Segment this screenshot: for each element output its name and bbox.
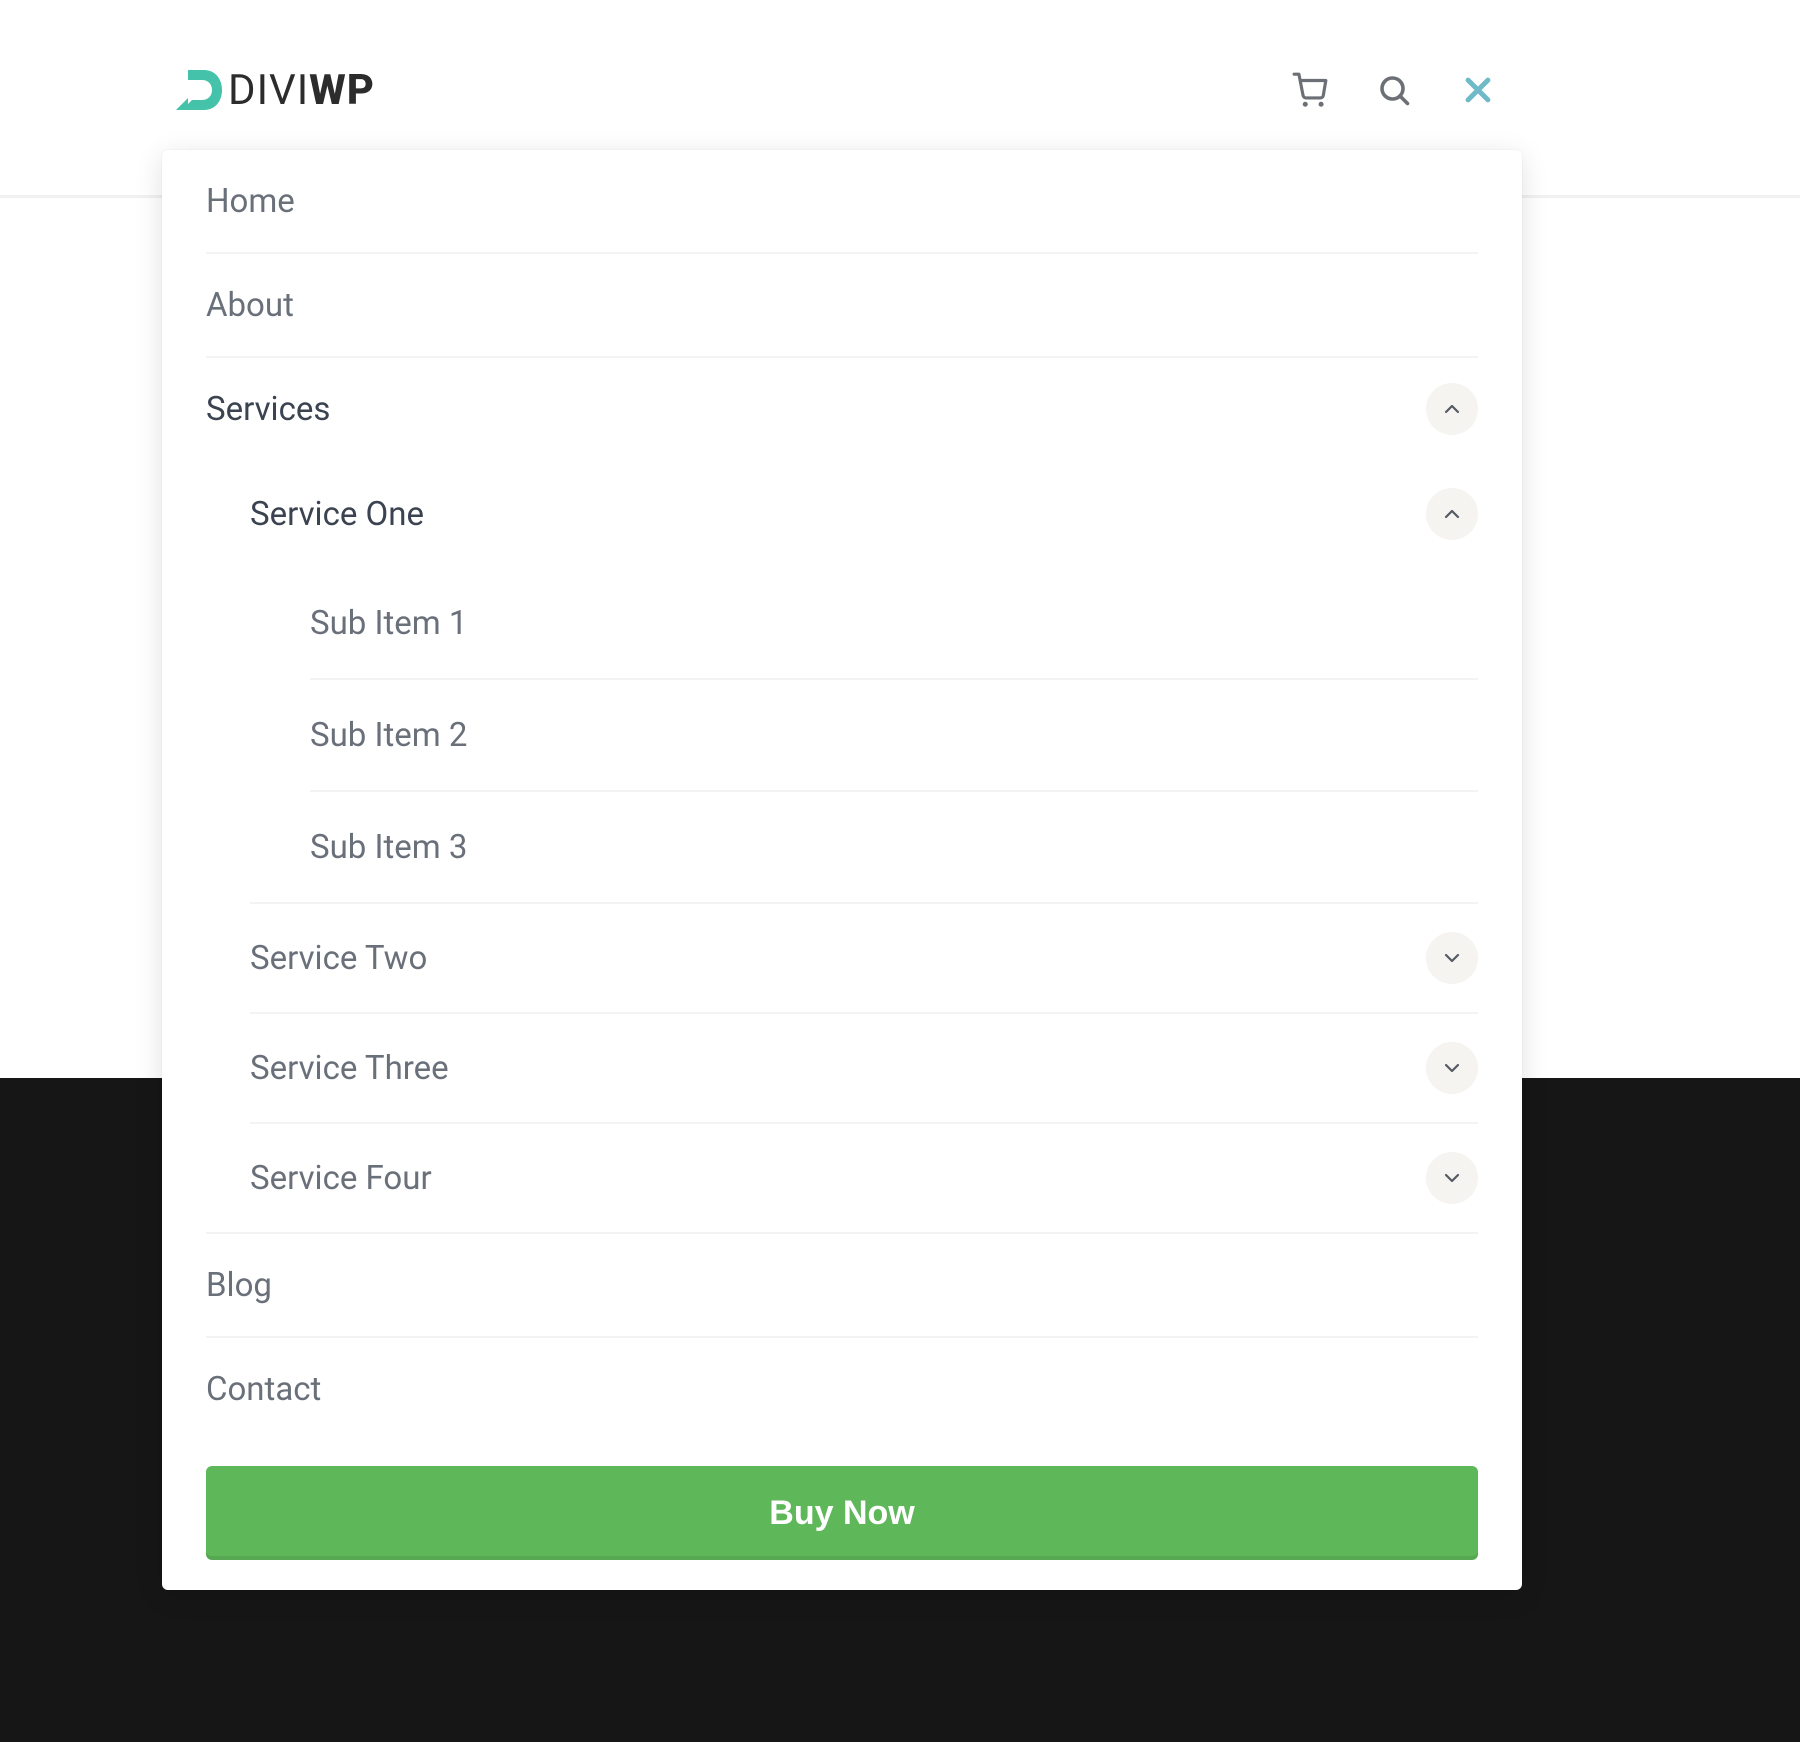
page-container: DIVIWP (162, 40, 1522, 1590)
cart-icon[interactable] (1290, 70, 1330, 110)
menu-item-sub-1[interactable]: Sub Item 1 (310, 568, 1478, 680)
menu-item-service-two[interactable]: Service Two (250, 904, 1478, 1014)
menu-item-service-three[interactable]: Service Three (250, 1014, 1478, 1124)
brand-text-part2: WP (309, 66, 375, 115)
menu-list: Home About Services (162, 150, 1522, 1440)
site-header: DIVIWP (162, 40, 1522, 140)
menu-label-service-three: Service Three (250, 1049, 449, 1088)
header-actions (1290, 70, 1514, 110)
mobile-menu-panel: Home About Services (162, 150, 1522, 1590)
brand-text: DIVIWP (228, 66, 375, 115)
menu-label-sub-3: Sub Item 3 (310, 828, 467, 867)
menu-label-blog: Blog (206, 1266, 272, 1305)
chevron-down-icon[interactable] (1426, 932, 1478, 984)
submenu-services: Service One Sub Item 1 Sub Ite (206, 460, 1478, 1232)
search-icon[interactable] (1374, 70, 1414, 110)
menu-item-sub-2[interactable]: Sub Item 2 (310, 680, 1478, 792)
cta-row: Buy Now (162, 1440, 1522, 1560)
menu-label-sub-1: Sub Item 1 (310, 604, 467, 643)
chevron-up-icon[interactable] (1426, 488, 1478, 540)
menu-item-contact[interactable]: Contact (206, 1338, 1478, 1440)
chevron-down-icon[interactable] (1426, 1042, 1478, 1094)
menu-label-sub-2: Sub Item 2 (310, 716, 467, 755)
brand-text-part1: DIVI (228, 66, 309, 115)
menu-item-about[interactable]: About (206, 254, 1478, 358)
close-icon[interactable] (1458, 70, 1498, 110)
menu-label-contact: Contact (206, 1370, 321, 1409)
menu-label-about: About (206, 286, 294, 325)
buy-now-button[interactable]: Buy Now (206, 1466, 1478, 1560)
menu-label-service-two: Service Two (250, 939, 427, 978)
menu-item-home[interactable]: Home (206, 150, 1478, 254)
menu-item-service-four[interactable]: Service Four (250, 1124, 1478, 1232)
menu-label-services: Services (206, 390, 330, 429)
chevron-down-icon[interactable] (1426, 1152, 1478, 1204)
menu-item-services[interactable]: Services Service One (206, 358, 1478, 1234)
submenu-service-one: Sub Item 1 Sub Item 2 Sub Item 3 (250, 568, 1478, 902)
menu-label-service-four: Service Four (250, 1159, 432, 1198)
menu-item-blog[interactable]: Blog (206, 1234, 1478, 1338)
brand-logo[interactable]: DIVIWP (170, 62, 375, 118)
menu-item-sub-3[interactable]: Sub Item 3 (310, 792, 1478, 902)
brand-mark-icon (170, 62, 226, 118)
app-stage: DIVIWP (0, 0, 1800, 1742)
menu-label-home: Home (206, 182, 295, 221)
menu-item-service-one[interactable]: Service One Sub Item 1 Sub Ite (250, 460, 1478, 904)
chevron-up-icon[interactable] (1426, 383, 1478, 435)
menu-label-service-one: Service One (250, 495, 424, 534)
